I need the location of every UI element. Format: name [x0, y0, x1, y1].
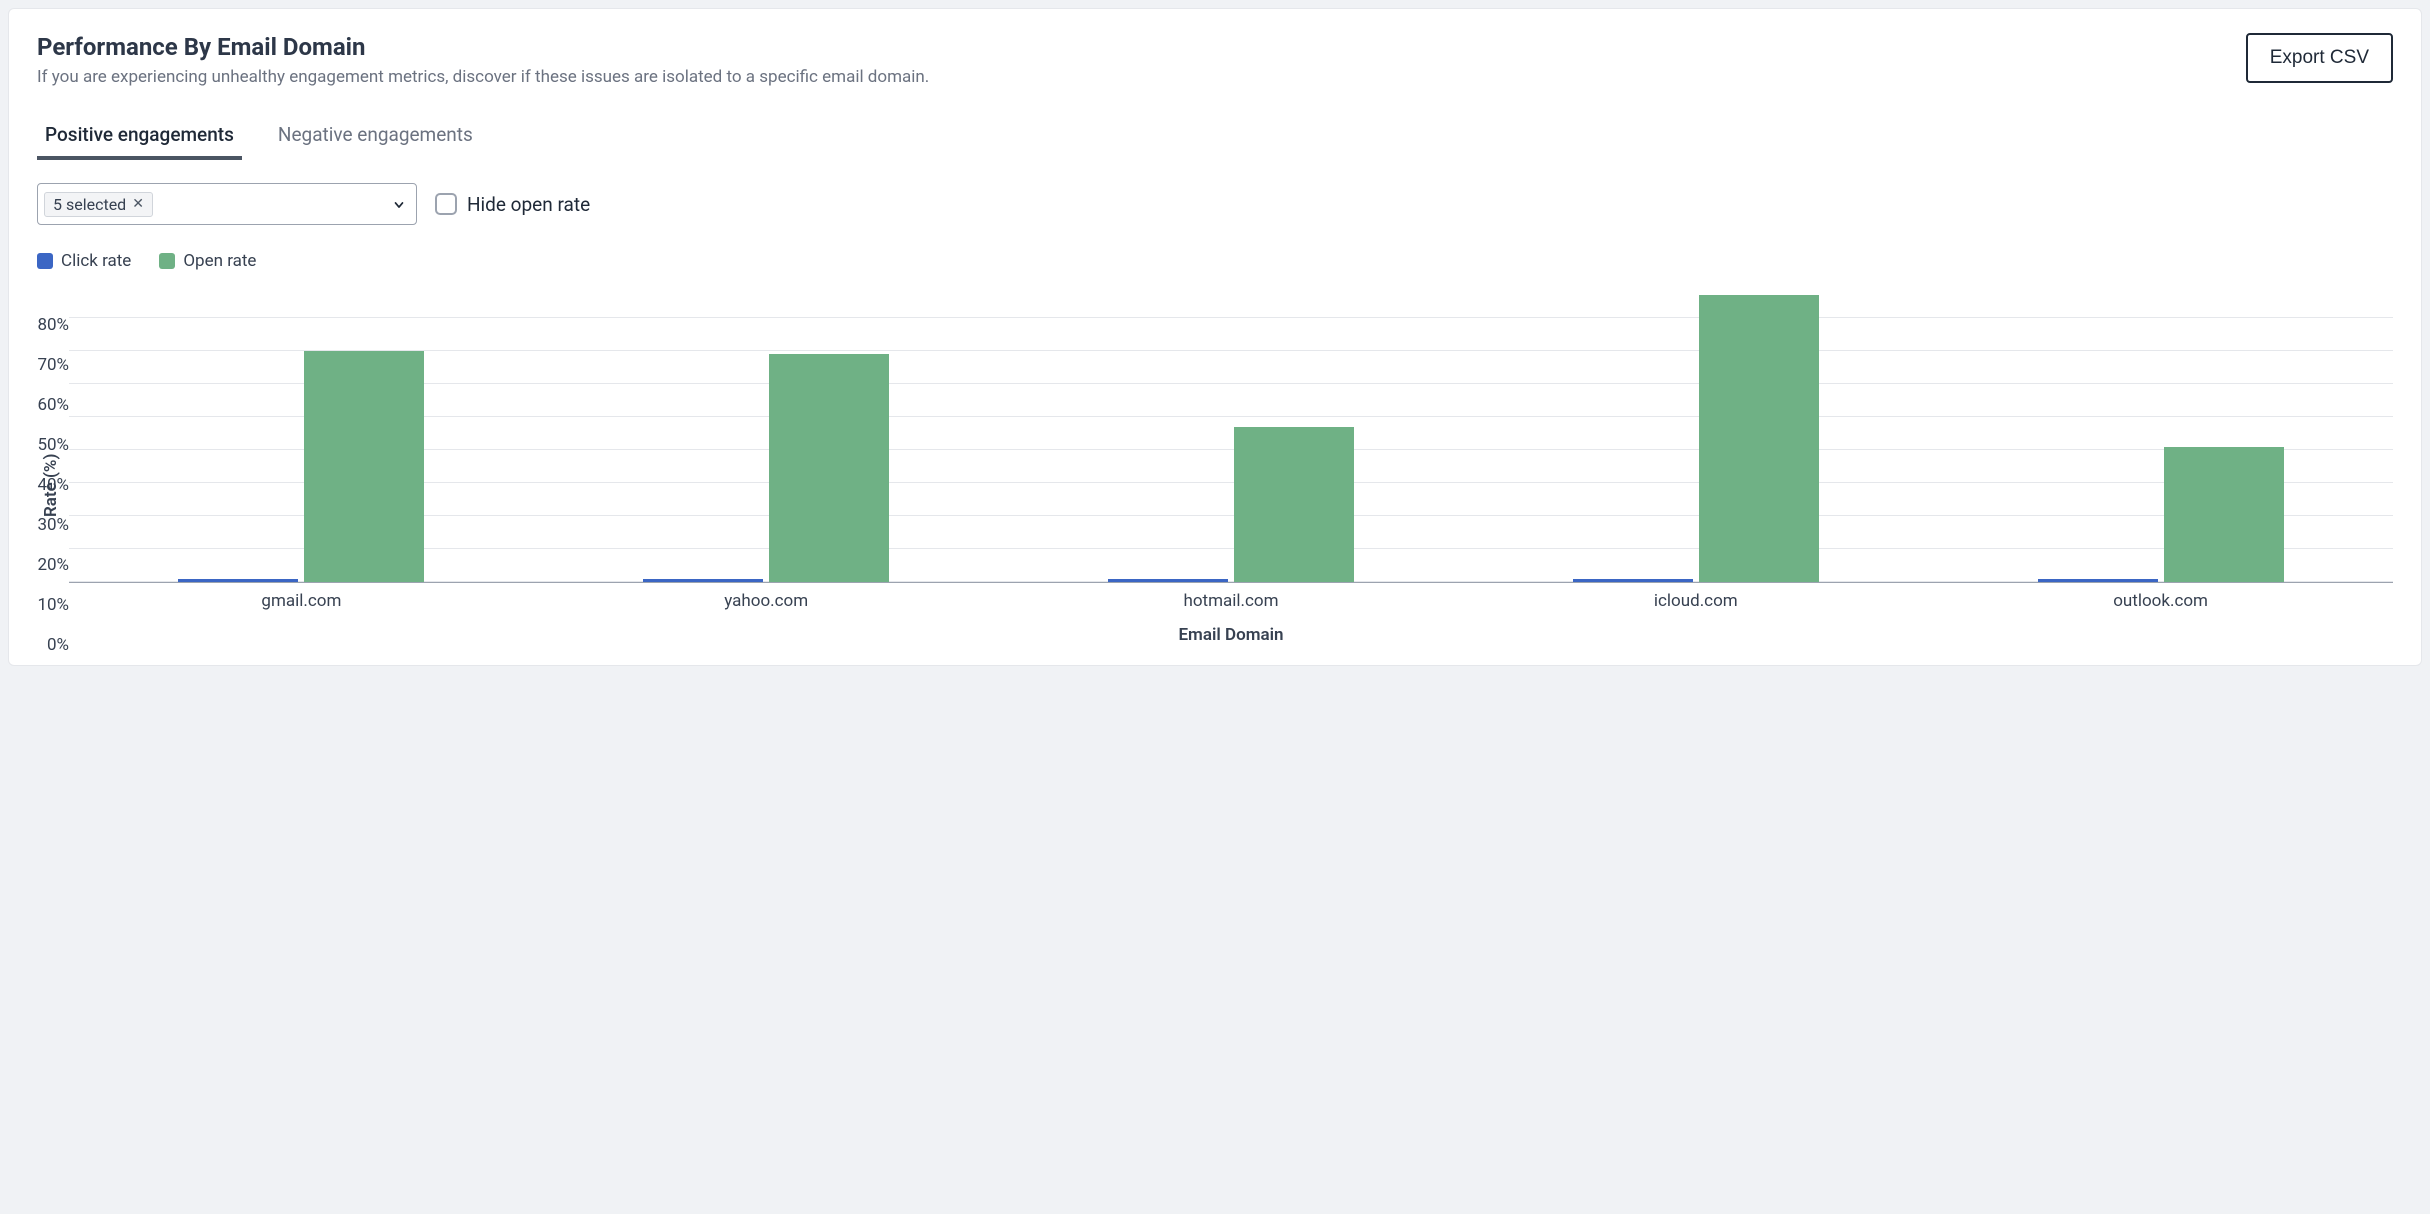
legend-label-click-rate: Click rate: [61, 251, 131, 271]
bar-open-rate: [1234, 427, 1354, 582]
legend-swatch-click-rate: [37, 253, 53, 269]
y-tick: 20%: [37, 555, 69, 575]
x-tick: outlook.com: [1928, 583, 2393, 611]
card-subtitle: If you are experiencing unhealthy engage…: [37, 67, 929, 87]
y-tick: 40%: [37, 475, 69, 495]
hide-open-rate-checkbox[interactable]: [435, 193, 457, 215]
bar-open-rate: [2164, 447, 2284, 582]
controls-row: 5 selected ✕ Hide open rate: [37, 183, 2393, 225]
bar-group: [69, 285, 534, 582]
bar-group: [1463, 285, 1928, 582]
y-tick: 70%: [37, 355, 69, 375]
chevron-down-icon: [392, 197, 406, 211]
y-tick: 80%: [37, 315, 69, 335]
x-tick: hotmail.com: [999, 583, 1464, 611]
plot-area: [69, 285, 2393, 583]
selected-count-label: 5 selected: [53, 195, 126, 214]
bar-click-rate: [1573, 579, 1693, 582]
y-axis-label: Rate (%): [37, 285, 61, 645]
bar-open-rate: [304, 351, 424, 582]
card-header-text: Performance By Email Domain If you are e…: [37, 33, 929, 87]
card-header: Performance By Email Domain If you are e…: [37, 33, 2393, 87]
x-axis: gmail.comyahoo.comhotmail.comicloud.como…: [69, 583, 2393, 611]
bar-open-rate: [1699, 295, 1819, 582]
legend-label-open-rate: Open rate: [183, 251, 256, 271]
tabs: Positive engagements Negative engagement…: [37, 117, 2393, 161]
chart: Rate (%) 80%70%60%50%40%30%20%10%0% gmai…: [37, 285, 2393, 645]
hide-open-rate-control: Hide open rate: [435, 193, 590, 216]
y-axis: 80%70%60%50%40%30%20%10%0%: [61, 285, 69, 645]
bar-click-rate: [1108, 579, 1228, 582]
domain-multiselect[interactable]: 5 selected ✕: [37, 183, 417, 225]
bar-group: [534, 285, 999, 582]
clear-selection-icon[interactable]: ✕: [132, 196, 144, 212]
x-tick: yahoo.com: [534, 583, 999, 611]
x-tick: gmail.com: [69, 583, 534, 611]
card-title: Performance By Email Domain: [37, 33, 929, 61]
y-tick: 50%: [37, 435, 69, 455]
y-tick: 30%: [37, 515, 69, 535]
y-tick: 10%: [37, 595, 69, 615]
tab-positive-engagements[interactable]: Positive engagements: [37, 117, 242, 160]
selected-count-chip: 5 selected ✕: [44, 192, 153, 217]
bar-group: [999, 285, 1464, 582]
chart-legend: Click rate Open rate: [37, 251, 2393, 271]
bar-open-rate: [769, 354, 889, 582]
tab-negative-engagements[interactable]: Negative engagements: [270, 117, 481, 160]
bar-click-rate: [643, 579, 763, 582]
bar-click-rate: [2038, 579, 2158, 582]
bar-group: [1928, 285, 2393, 582]
performance-by-domain-card: Performance By Email Domain If you are e…: [8, 8, 2422, 666]
y-tick: 0%: [47, 635, 69, 655]
legend-item-open-rate: Open rate: [159, 251, 256, 271]
legend-swatch-open-rate: [159, 253, 175, 269]
hide-open-rate-label: Hide open rate: [467, 193, 590, 216]
x-tick: icloud.com: [1463, 583, 1928, 611]
legend-item-click-rate: Click rate: [37, 251, 131, 271]
export-csv-button[interactable]: Export CSV: [2246, 33, 2393, 83]
x-axis-label: Email Domain: [69, 625, 2393, 645]
y-tick: 60%: [37, 395, 69, 415]
bar-click-rate: [178, 579, 298, 582]
